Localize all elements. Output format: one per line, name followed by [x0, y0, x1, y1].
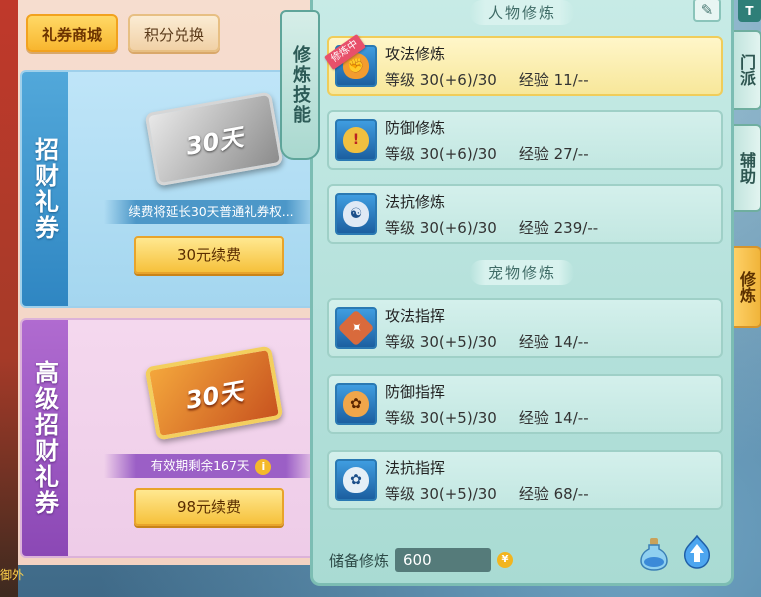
skill-name: 法抗修炼 [385, 193, 446, 211]
edit-icon[interactable]: ✎ [693, 0, 721, 22]
card-side-label: 高级招财礼券 [22, 320, 68, 556]
skill-name: 法抗指挥 [385, 459, 446, 477]
skill-exp: 27/-- [553, 145, 589, 163]
skill-stats: 等级 30(+6)/30 经验 11/-- [385, 71, 589, 89]
cultivation-panel: 人物修炼 ✎ ✊ 修炼中 攻法修炼 等级 30(+6)/30 经验 11/-- !… [310, 0, 734, 586]
skill-stats: 等级 30(+6)/30 经验 27/-- [385, 145, 589, 163]
gold-ticket-icon: 30天 [144, 345, 284, 441]
skill-row-pet-resist[interactable]: ✿ 法抗指挥 等级 30(+5)/30 经验 68/-- [327, 450, 723, 510]
paw-badge-icon: ✿ [343, 467, 369, 493]
skill-row-resist[interactable]: ☯ 法抗修炼 等级 30(+6)/30 经验 239/-- [327, 184, 723, 244]
top-corner-icon[interactable]: T [738, 0, 761, 22]
paw-icon: ✦ [337, 309, 375, 347]
paw-shield-icon: ✿ [343, 391, 369, 417]
skill-name: 防御指挥 [385, 383, 446, 401]
tab-cultivation-skills[interactable]: 修炼技能 [280, 10, 320, 160]
skill-stats: 等级 30(+6)/30 经验 239/-- [385, 219, 599, 237]
skill-exp: 11/-- [553, 71, 589, 89]
yin-yang-icon: ☯ [343, 201, 369, 227]
reserve-cultivation: 储备修炼 600 ¥ [329, 548, 514, 572]
pet-section-title: 宠物修炼 [313, 260, 731, 285]
skill-name: 攻法修炼 [385, 45, 446, 63]
silver-ticket-icon: 30天 [144, 91, 284, 187]
voucher-card-basic: 招财礼券 30天 续费将延长30天普通礼券权... 30元续费 [20, 70, 318, 308]
skill-level: 30(+6)/30 [419, 219, 497, 237]
skill-level: 30(+6)/30 [419, 145, 497, 163]
skill-stats: 等级 30(+5)/30 经验 14/-- [385, 409, 589, 427]
validity-text: 有效期剩余167天 [150, 458, 250, 473]
skill-level: 30(+6)/30 [419, 71, 497, 89]
skill-stats: 等级 30(+5)/30 经验 68/-- [385, 485, 589, 503]
card-side-label: 招财礼券 [22, 72, 68, 306]
skill-exp: 239/-- [553, 219, 599, 237]
skill-level: 30(+5)/30 [419, 333, 497, 351]
skill-exp: 14/-- [553, 409, 589, 427]
skill-row-pet-attack[interactable]: ✦ 攻法指挥 等级 30(+5)/30 经验 14/-- [327, 298, 723, 358]
skill-row-pet-defense[interactable]: ✿ 防御指挥 等级 30(+5)/30 经验 14/-- [327, 374, 723, 434]
skill-exp: 68/-- [553, 485, 589, 503]
tab-voucher-mall[interactable]: 礼券商城 [26, 14, 119, 52]
defense-cultivation-icon: ! [335, 119, 377, 161]
pet-defense-command-icon: ✿ [335, 383, 377, 425]
pet-resist-command-icon: ✿ [335, 459, 377, 501]
skill-level: 30(+5)/30 [419, 485, 497, 503]
renew-30-button[interactable]: 30元续费 [134, 236, 284, 274]
skill-row-defense[interactable]: ! 防御修炼 等级 30(+6)/30 经验 27/-- [327, 110, 723, 170]
reserve-label: 储备修炼 [329, 551, 390, 570]
upgrade-arrow-icon[interactable] [681, 534, 713, 570]
side-tab-sect[interactable]: 门派 [732, 30, 761, 110]
skill-name: 防御修炼 [385, 119, 446, 137]
left-edge-decor [0, 0, 18, 597]
skill-stats: 等级 30(+5)/30 经验 14/-- [385, 333, 589, 351]
reserve-value: 600 [395, 548, 492, 572]
potion-icon[interactable] [639, 536, 669, 572]
skill-exp: 14/-- [553, 333, 589, 351]
skill-level: 30(+5)/30 [419, 409, 497, 427]
skill-row-attack[interactable]: ✊ 修炼中 攻法修炼 等级 30(+6)/30 经验 11/-- [324, 33, 723, 96]
info-icon[interactable]: i [255, 458, 272, 475]
side-tab-cultivation[interactable]: 修炼 [732, 246, 761, 328]
side-tab-auxiliary[interactable]: 辅助 [732, 124, 761, 212]
renew-98-button[interactable]: 98元续费 [134, 488, 284, 526]
people-section-title: 人物修炼 [313, 0, 731, 25]
coin-icon[interactable]: ¥ [497, 552, 514, 568]
bottom-left-text: 御外 [0, 568, 25, 582]
renew-note: 续费将延长30天普通礼券权... [104, 200, 316, 224]
shield-icon: ! [343, 127, 369, 153]
resist-cultivation-icon: ☯ [335, 193, 377, 235]
shop-tabs: 礼券商城 积分兑换 [26, 14, 221, 52]
ticket-text: 30天 [183, 376, 246, 415]
validity-note: 有效期剩余167天 i [104, 454, 316, 478]
pet-attack-command-icon: ✦ [335, 307, 377, 349]
voucher-shop-panel: 礼券商城 积分兑换 招财礼券 30天 续费将延长30天普通礼券权... 30元续… [18, 0, 318, 565]
skill-name: 攻法指挥 [385, 307, 446, 325]
ticket-text: 30天 [183, 122, 246, 161]
voucher-card-premium: 高级招财礼券 30天 有效期剩余167天 i 98元续费 [20, 318, 318, 558]
tab-points-exchange[interactable]: 积分兑换 [128, 14, 221, 52]
